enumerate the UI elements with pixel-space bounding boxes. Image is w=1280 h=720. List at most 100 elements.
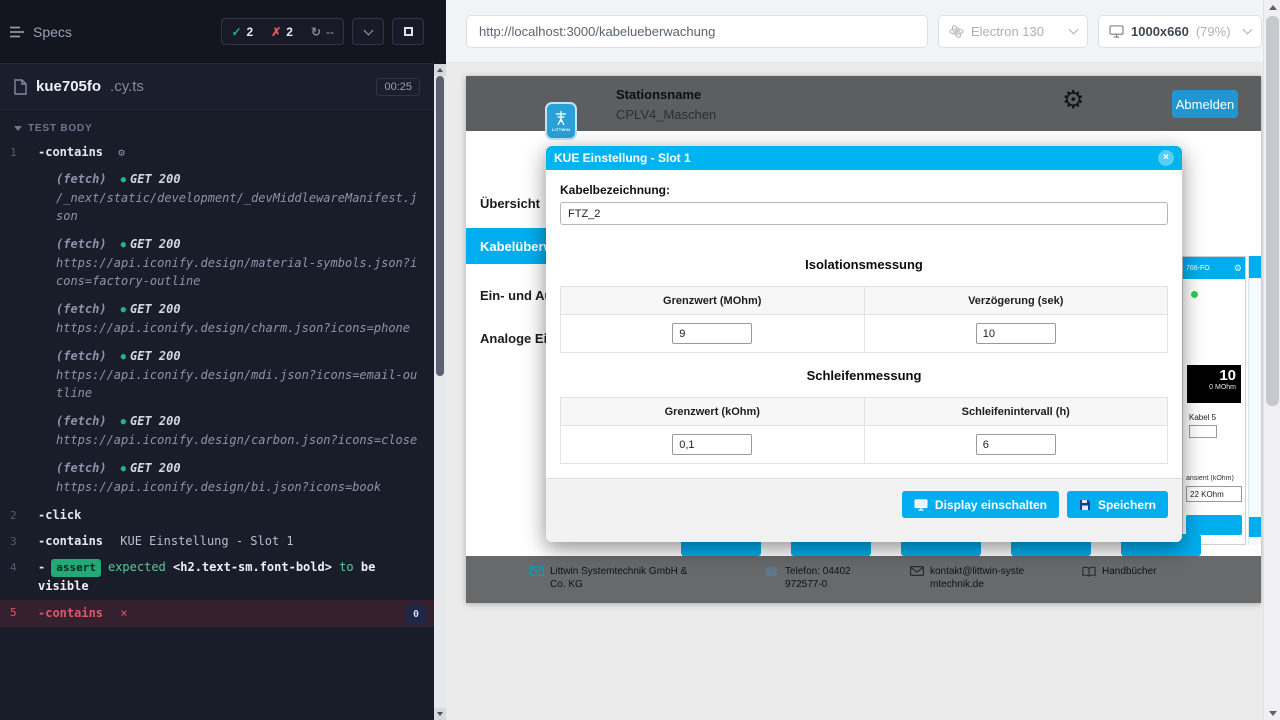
phone-text: Telefon: 04402 972577-0 <box>785 565 882 591</box>
spec-duration-badge: 00:25 <box>376 78 420 96</box>
scrollbar-track[interactable] <box>434 64 446 720</box>
book-icon <box>1082 566 1096 577</box>
isolation-limit-input[interactable] <box>672 323 752 344</box>
card-button[interactable] <box>1186 515 1242 535</box>
cable-designation-label: Kabelbezeichnung: <box>560 183 1168 197</box>
card-header: 766-FO ⚙ <box>1183 257 1245 279</box>
fetch-log-entry[interactable]: (fetch)●GET 200 https://api.iconify.desi… <box>0 409 434 452</box>
scroll-down-arrow[interactable] <box>434 708 446 720</box>
scrollbar-thumb[interactable] <box>1266 16 1279 406</box>
isolation-col-delay: Verzögerung (sek) <box>864 287 1168 315</box>
loop-limit-input[interactable] <box>672 434 752 455</box>
fetch-log-entry[interactable]: (fetch)●GET 200 https://api.iconify.desi… <box>0 297 434 340</box>
stop-button[interactable] <box>392 18 424 45</box>
browser-select[interactable]: Electron 130 <box>938 15 1088 48</box>
fetch-label: (fetch) <box>56 237 107 251</box>
gear-icon: ⚙ <box>118 146 125 159</box>
app-under-test: LITTWIN Stationsname CPLV4_Maschen ⚙ Abm… <box>466 76 1261 603</box>
assert-badge: assert <box>51 559 101 577</box>
scroll-down-arrow[interactable] <box>1264 706 1280 720</box>
logout-button[interactable]: Abmelden <box>1172 90 1238 118</box>
stat-pending[interactable]: ↻ -- <box>302 19 343 44</box>
fetch-log-entry[interactable]: (fetch)●GET 200 https://api.iconify.desi… <box>0 344 434 405</box>
fetch-status: GET 200 <box>130 414 181 428</box>
modal-title: KUE Einstellung - Slot 1 <box>554 151 691 165</box>
refresh-icon: ↻ <box>311 25 321 39</box>
runner-main: Electron 130 1000x660 (79%) LITTWIN Stat… <box>446 0 1263 720</box>
chevron-down-icon <box>363 25 373 35</box>
monitor-icon <box>914 499 928 511</box>
fetch-log-entry[interactable]: (fetch)●GET 200 https://api.iconify.desi… <box>0 456 434 499</box>
table-cell <box>864 426 1168 464</box>
viewport-select[interactable]: 1000x660 (79%) <box>1098 15 1262 48</box>
stat-passed[interactable]: ✓ 2 <box>222 19 262 44</box>
spec-header[interactable]: kue705fo .cy.ts 00:25 <box>0 64 434 110</box>
fetch-label: (fetch) <box>56 302 107 316</box>
close-icon[interactable]: × <box>1158 150 1174 166</box>
modal-body: Kabelbezeichnung: Isolationsmessung Gren… <box>546 170 1182 464</box>
scroll-up-arrow[interactable] <box>1264 0 1280 14</box>
status-led <box>1191 291 1198 298</box>
measurement-value: 22 KOhm <box>1186 486 1242 502</box>
page-scrollbar[interactable] <box>1263 0 1280 720</box>
footer-phone: ☎ Telefon: 04402 972577-0 <box>764 565 882 591</box>
fetch-url: https://api.iconify.design/carbon.json?i… <box>56 431 424 449</box>
nav-item-cable-monitoring[interactable]: Kabelüberw <box>466 228 556 264</box>
status-dot-icon: ● <box>121 464 126 474</box>
command-log: 1 -contains ⚙ (fetch)●GET 200 /_next/sta… <box>0 140 434 627</box>
arrow-up-icon <box>437 68 443 72</box>
viewport-icon <box>1109 25 1124 38</box>
arrow-up-icon <box>1269 5 1277 10</box>
station-info: Stationsname CPLV4_Maschen <box>616 87 716 122</box>
save-label: Speichern <box>1098 498 1156 512</box>
specs-list-icon <box>10 26 25 38</box>
nav-item-overview[interactable]: Übersicht <box>480 196 540 211</box>
small-input[interactable] <box>1189 425 1217 438</box>
table-cell <box>561 315 865 353</box>
scrollbar-thumb[interactable] <box>436 76 444 376</box>
browser-label: Electron 130 <box>971 24 1044 39</box>
collapse-button[interactable] <box>352 18 384 45</box>
arrow-down-icon <box>1269 711 1277 716</box>
save-button[interactable]: Speichern <box>1067 491 1168 518</box>
fetch-log-entry[interactable]: (fetch)●GET 200 /_next/static/developmen… <box>0 167 434 228</box>
cable-name: Kabel 5 <box>1189 413 1216 422</box>
display-on-button[interactable]: Display einschalten <box>902 491 1059 518</box>
kue-settings-modal: KUE Einstellung - Slot 1 × Kabelbezeichn… <box>546 146 1182 542</box>
stop-icon <box>404 27 413 36</box>
footer-manuals[interactable]: Handbücher <box>1082 565 1156 578</box>
loop-table: Grenzwert (kOhm) Schleifenintervall (h) <box>560 397 1168 464</box>
settings-gear-icon[interactable]: ⚙ <box>1062 88 1084 113</box>
app-footer: Littwin Systemtechnik GmbH & Co. KG ☎ Te… <box>466 556 1261 603</box>
command-assert[interactable]: 4 -assertexpected <h2.text-sm.font-bold>… <box>0 555 434 598</box>
app-header <box>466 76 1261 131</box>
cable-designation-input[interactable] <box>560 202 1168 225</box>
test-body-toggle[interactable]: TEST BODY <box>0 110 434 140</box>
command-contains-failed[interactable]: 5 -contains × 0 <box>0 600 434 627</box>
isolation-delay-input[interactable] <box>976 323 1056 344</box>
gear-icon[interactable]: ⚙ <box>1234 263 1242 274</box>
mail-icon <box>530 566 544 576</box>
reporter-scrollbar[interactable] <box>434 0 446 720</box>
footer-email[interactable]: kontakt@littwin-systemtechnik.de <box>910 565 1032 591</box>
command-contains-2[interactable]: 3 -contains KUE Einstellung - Slot 1 <box>0 529 434 553</box>
electron-icon <box>949 24 964 39</box>
display-unit: 0 MOhm <box>1192 384 1236 391</box>
command-contains-1[interactable]: 1 -contains ⚙ <box>0 140 434 165</box>
assert-text: to <box>339 560 353 574</box>
nav-item-analog[interactable]: Analoge Ei <box>480 331 547 346</box>
isolation-col-limit: Grenzwert (MOhm) <box>561 287 865 315</box>
nav-item-io[interactable]: Ein- und Au <box>480 288 552 303</box>
test-stats: ✓ 2 ✗ 2 ↻ -- <box>221 18 344 45</box>
stat-failed[interactable]: ✗ 2 <box>262 19 302 44</box>
fetch-label: (fetch) <box>56 414 107 428</box>
command-click[interactable]: 2 -click <box>0 503 434 527</box>
scroll-up-arrow[interactable] <box>434 64 446 76</box>
status-dot-icon: ● <box>121 352 126 362</box>
command-argument: × <box>120 606 127 620</box>
specs-button[interactable]: Specs <box>10 24 72 40</box>
fetch-log-entry[interactable]: (fetch)●GET 200 https://api.iconify.desi… <box>0 232 434 293</box>
document-icon <box>14 79 27 95</box>
url-input[interactable] <box>466 15 928 48</box>
loop-interval-input[interactable] <box>976 434 1056 455</box>
